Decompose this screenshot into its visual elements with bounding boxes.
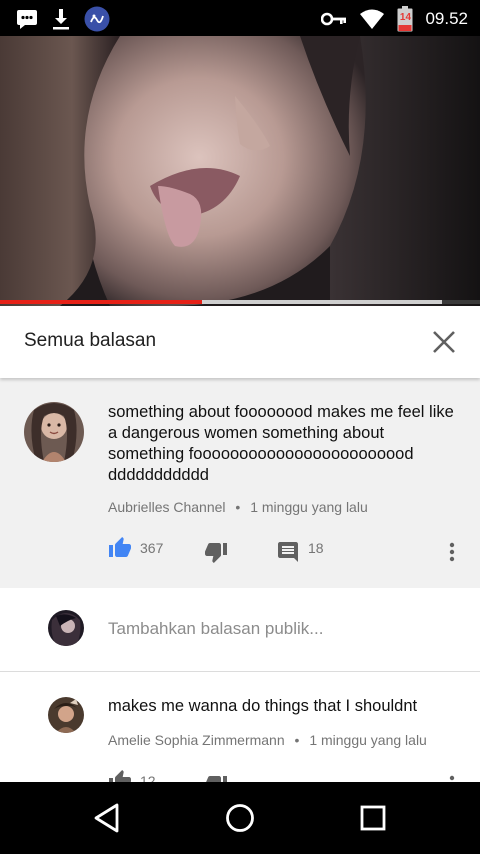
- notification-icons: [16, 6, 110, 32]
- thumbs-down-icon: [205, 543, 227, 563]
- download-icon: [50, 7, 72, 31]
- close-icon: [433, 331, 455, 353]
- recents-icon: [360, 805, 386, 831]
- home-icon: [226, 804, 254, 832]
- reply-button[interactable]: 18: [276, 540, 324, 564]
- avatar[interactable]: [24, 402, 84, 462]
- reply-input-row[interactable]: Tambahkan balasan publik...: [0, 588, 480, 672]
- user-avatar: [48, 610, 84, 646]
- bbm-icon: [16, 8, 38, 30]
- app-icon: [84, 6, 110, 32]
- more-vert-icon: [449, 775, 455, 781]
- thumbs-down-icon: [206, 776, 227, 782]
- dislike-button[interactable]: [204, 773, 228, 782]
- reply-actions: 12: [108, 769, 464, 782]
- navigation-bar: [0, 782, 480, 854]
- wifi-icon: [359, 8, 385, 30]
- reply-input[interactable]: Tambahkan balasan publik...: [108, 619, 323, 639]
- reply-count: 18: [308, 540, 324, 556]
- main-comment: something about foooooood makes me feel …: [0, 378, 480, 588]
- clock: 09.52: [425, 9, 468, 28]
- reply-time: 1 minggu yang lalu: [309, 732, 427, 748]
- status-bar: 14 09.52: [0, 0, 480, 36]
- thumbs-up-icon: [109, 537, 131, 557]
- video-frame: [0, 36, 480, 306]
- like-button[interactable]: 367: [108, 536, 163, 560]
- system-icons: 14 09.52: [321, 6, 468, 32]
- battery-icon: 14: [397, 6, 413, 32]
- close-button[interactable]: [430, 328, 458, 356]
- comment-time: 1 minggu yang lalu: [250, 499, 368, 515]
- video-player[interactable]: [0, 36, 480, 306]
- reply-text: makes me wanna do things that I shouldnt: [108, 697, 418, 715]
- comment-icon: [278, 542, 298, 562]
- panel-header: Semua balasan: [0, 306, 480, 378]
- panel-title: Semua balasan: [24, 330, 157, 351]
- replies-panel: Semua balasan something about foooooood …: [0, 306, 480, 782]
- battery-level: 14: [399, 12, 412, 23]
- like-button[interactable]: 12: [108, 769, 156, 782]
- meta-separator: •: [294, 732, 300, 748]
- back-icon: [94, 803, 119, 833]
- like-count: 367: [140, 540, 164, 556]
- meta-separator: •: [235, 499, 241, 515]
- vpn-key-icon: [321, 11, 347, 27]
- comment-text: something about foooooood makes me feel …: [108, 403, 454, 484]
- thumbs-up-icon: [109, 770, 131, 782]
- comment-author[interactable]: Aubrielles Channel: [108, 499, 226, 515]
- reply-meta: Amelie Sophia Zimmermann • 1 minggu yang…: [108, 732, 427, 748]
- more-options-button[interactable]: [442, 773, 462, 782]
- avatar[interactable]: [48, 697, 84, 733]
- home-button[interactable]: [222, 800, 258, 836]
- progress-played: [0, 300, 202, 304]
- comment-actions: 367 18: [108, 536, 464, 566]
- back-button[interactable]: [89, 800, 125, 836]
- recents-button[interactable]: [355, 800, 391, 836]
- reply-author[interactable]: Amelie Sophia Zimmermann: [108, 732, 285, 748]
- more-options-button[interactable]: [442, 540, 462, 564]
- comment-meta: Aubrielles Channel • 1 minggu yang lalu: [108, 499, 368, 515]
- more-vert-icon: [449, 542, 455, 562]
- dislike-button[interactable]: [204, 540, 228, 564]
- like-count: 12: [140, 773, 156, 782]
- reply-item: makes me wanna do things that I shouldnt…: [0, 673, 480, 782]
